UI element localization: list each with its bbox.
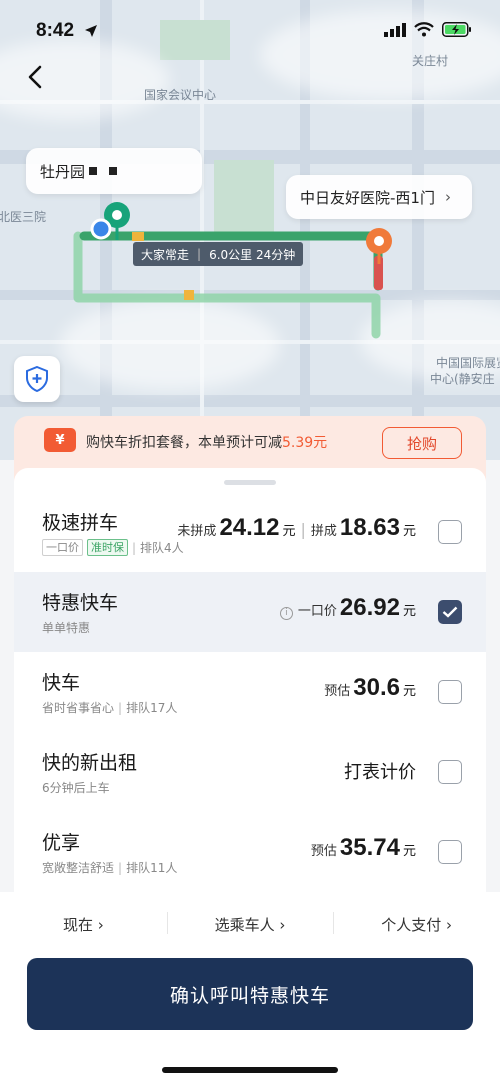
- trip-options-bar: 现在 › 选乘车人 › 个人支付 ›: [0, 892, 500, 956]
- masked-text: [109, 167, 118, 175]
- back-button[interactable]: [20, 62, 50, 92]
- price-value: 24.12: [219, 514, 280, 541]
- wifi-icon: [414, 22, 434, 37]
- destination-label: 中日友好医院-西1门: [300, 188, 435, 207]
- route-tag: 大家常走 | 6.0公里 24分钟: [133, 242, 304, 266]
- ride-sub-text: 6分钟后上车: [42, 781, 110, 795]
- ride-title: 快车: [42, 672, 81, 694]
- price-value: 26.92: [339, 594, 400, 621]
- confirm-call-button[interactable]: 确认呼叫特惠快车: [27, 958, 473, 1030]
- battery-charging-icon: [442, 22, 471, 37]
- ride-checkbox[interactable]: [438, 600, 462, 624]
- route-tag-name: 大家常走: [141, 247, 190, 262]
- price-unit: 元: [282, 524, 296, 539]
- ride-title: 特惠快车: [42, 592, 119, 614]
- ride-option-premium[interactable]: 优享 宽敞整洁舒适 | 排队11人 预估 35.74 元: [14, 812, 486, 892]
- queue-text: 排队17人: [126, 701, 178, 715]
- destination-pin-icon: [363, 226, 395, 274]
- home-indicator[interactable]: [162, 1067, 338, 1073]
- ride-title: 优享: [42, 832, 81, 854]
- price-unit: 元: [402, 684, 416, 699]
- checkmark-icon: [442, 606, 458, 618]
- divider: |: [300, 520, 306, 539]
- ride-options-sheet: 极速拼车 一口价 准时保 | 排队4人 未拼成 24.12 元 | 拼成 18.…: [14, 468, 486, 892]
- ride-checkbox[interactable]: [438, 840, 462, 864]
- queue-text: 排队11人: [126, 861, 178, 875]
- divider: |: [118, 700, 123, 715]
- on-time-tag: 准时保: [87, 539, 128, 556]
- price-label: 预估: [310, 844, 337, 859]
- ride-subtitle: 一口价 准时保 | 排队4人: [42, 539, 184, 556]
- ride-price: 打表计价: [344, 758, 416, 784]
- price-value: 35.74: [339, 834, 400, 861]
- ride-checkbox[interactable]: [438, 520, 462, 544]
- coupon-icon: ¥: [44, 428, 76, 452]
- sheet-grabber[interactable]: [224, 480, 276, 485]
- price-value: 30.6: [353, 674, 400, 701]
- price-unit: 元: [402, 604, 416, 619]
- route-line: [73, 231, 383, 339]
- safety-shield-button[interactable]: [14, 356, 60, 402]
- ride-option-special-express[interactable]: 特惠快车 单单特惠 i 一口价 26.92 元: [14, 572, 486, 652]
- promo-buy-button[interactable]: 抢购: [382, 427, 462, 459]
- ride-subtitle: 6分钟后上车: [42, 779, 110, 796]
- ride-sub-text: 单单特惠: [42, 621, 91, 635]
- bottom-area: 确认呼叫特惠快车: [0, 956, 500, 1083]
- promo-text: 购快车折扣套餐，本单预计可减5.39元: [86, 432, 327, 452]
- route-tag-info: 6.0公里 24分钟: [209, 247, 296, 262]
- masked-text: [89, 167, 98, 175]
- location-arrow-icon: [85, 25, 97, 37]
- map-view[interactable]: 国家会议中心 关庄村 北医三院 中国国际展览 中心(静安庄 牡丹园 中: [0, 0, 500, 460]
- ride-option-new-taxi[interactable]: 快的新出租 6分钟后上车 打表计价: [14, 732, 486, 812]
- current-location-icon: [88, 216, 114, 246]
- divider: |: [197, 247, 202, 261]
- chevron-right-icon: ›: [444, 188, 451, 206]
- status-bar: 8:42: [0, 0, 500, 56]
- ride-price: i 一口价 26.92 元: [279, 594, 416, 622]
- ride-price: 预估 35.74 元: [311, 834, 416, 862]
- ride-sub-text: 宽敞整洁舒适: [42, 861, 115, 875]
- promo-discount: 5.39元: [282, 435, 328, 451]
- price-label: 一口价: [297, 604, 337, 619]
- passenger-option[interactable]: 选乘车人 ›: [166, 892, 334, 956]
- shield-icon: [26, 366, 48, 392]
- ride-checkbox[interactable]: [438, 680, 462, 704]
- payment-option[interactable]: 个人支付 ›: [333, 892, 500, 956]
- price-label: 拼成: [310, 524, 337, 539]
- chevron-left-icon: [28, 65, 42, 89]
- price-unit: 元: [402, 524, 416, 539]
- divider: |: [132, 540, 137, 555]
- price-label: 未拼成: [177, 524, 217, 539]
- ride-subtitle: 省时省事省心 | 排队17人: [42, 699, 177, 716]
- ride-checkbox[interactable]: [438, 760, 462, 784]
- info-icon[interactable]: i: [279, 606, 293, 620]
- signal-icon: [384, 22, 406, 37]
- ride-title: 快的新出租: [42, 752, 138, 774]
- fixed-price-tag: 一口价: [42, 539, 83, 556]
- divider: |: [118, 860, 123, 875]
- price-label: 预估: [324, 684, 351, 699]
- destination-bubble[interactable]: 中日友好医院-西1门 ›: [286, 175, 472, 219]
- price-unit: 元: [402, 844, 416, 859]
- price-text: 打表计价: [344, 762, 416, 783]
- ride-sub-text: 省时省事省心: [42, 701, 115, 715]
- time-option[interactable]: 现在 ›: [0, 892, 167, 956]
- status-time: 8:42: [36, 20, 75, 41]
- ride-option-express-pool[interactable]: 极速拼车 一口价 准时保 | 排队4人 未拼成 24.12 元 | 拼成 18.…: [14, 492, 486, 572]
- ride-price: 预估 30.6 元: [324, 674, 416, 702]
- start-location-bubble[interactable]: 牡丹园: [26, 148, 202, 194]
- ride-title: 极速拼车: [42, 512, 119, 534]
- ride-subtitle: 单单特惠: [42, 619, 90, 636]
- price-value: 18.63: [339, 514, 400, 541]
- start-location-label: 牡丹园: [40, 162, 86, 181]
- ride-price: 未拼成 24.12 元 | 拼成 18.63 元: [177, 514, 416, 542]
- ride-option-express[interactable]: 快车 省时省事省心 | 排队17人 预估 30.6 元: [14, 652, 486, 732]
- ride-subtitle: 宽敞整洁舒适 | 排队11人: [42, 859, 177, 876]
- promo-text-prefix: 购快车折扣套餐，本单预计可减: [86, 435, 282, 451]
